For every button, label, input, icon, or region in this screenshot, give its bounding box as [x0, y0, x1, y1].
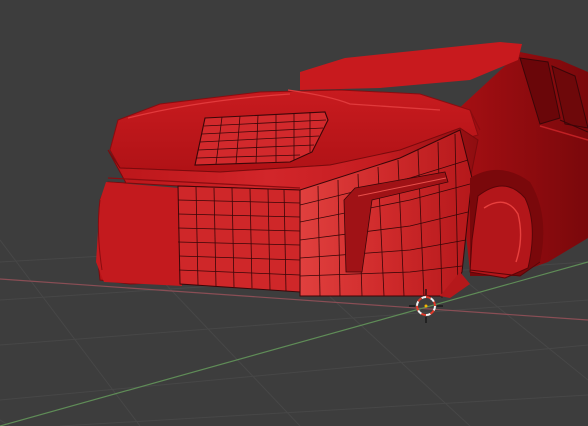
car-body-mesh[interactable]: [96, 42, 588, 299]
viewport-canvas[interactable]: [0, 0, 588, 426]
3d-viewport[interactable]: [0, 0, 588, 426]
bumper-mesh: [177, 185, 301, 293]
front-tire: [469, 185, 533, 279]
